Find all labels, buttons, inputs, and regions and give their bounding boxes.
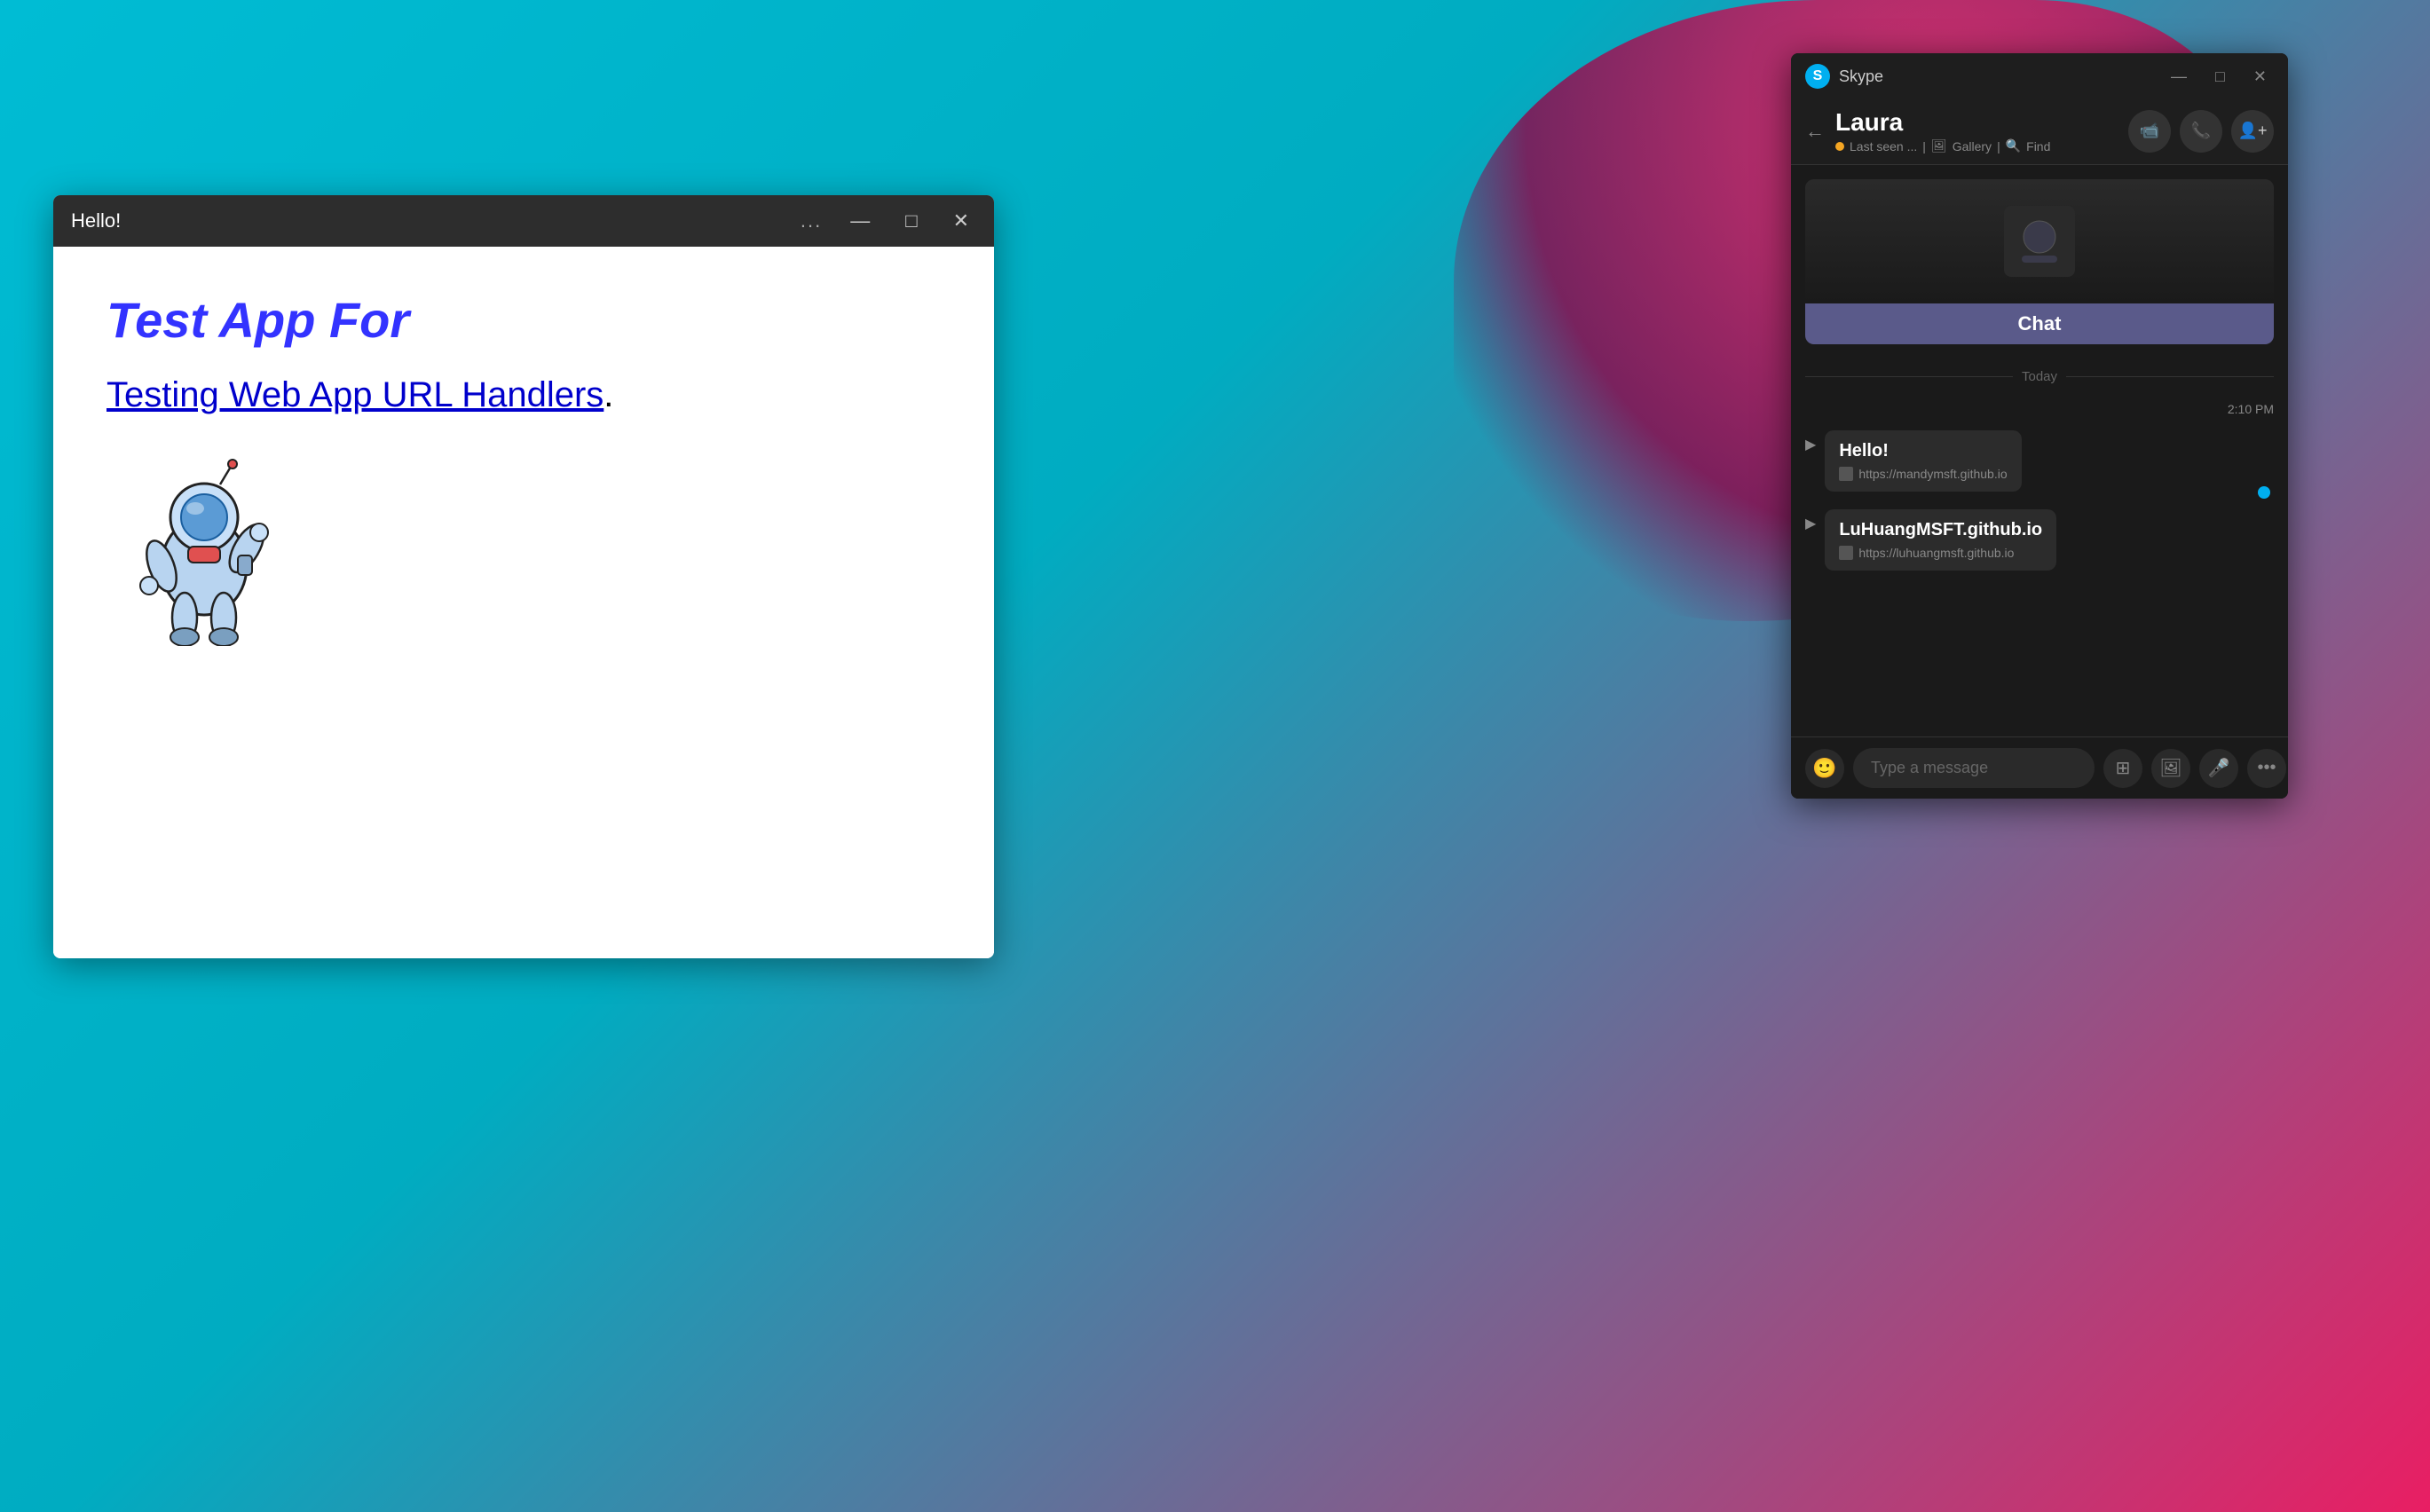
webapp-titlebar: Hello! ... — □ ✕ (53, 195, 994, 247)
last-seen-text: Last seen ... (1850, 139, 1917, 154)
messages-area[interactable]: Chat Today 2:10 PM ▶ Hello! https://mand… (1791, 165, 2288, 736)
status-indicator (1835, 142, 1844, 151)
skype-close-button[interactable]: ✕ (2246, 64, 2274, 90)
webapp-minimize-button[interactable]: — (843, 206, 877, 236)
webapp-title: Hello! (71, 209, 801, 232)
contact-status: Last seen ... | 🖼 Gallery | 🔍 Find (1835, 138, 2128, 154)
message-bubble-2: LuHuangMSFT.github.io https://luhuangmsf… (1825, 509, 2056, 571)
image-button[interactable]: 🖼 (2151, 749, 2190, 788)
webapp-link-period: . (604, 375, 613, 414)
message-timestamp: 2:10 PM (1805, 402, 2274, 416)
webapp-link-container: Testing Web App URL Handlers. (107, 375, 941, 415)
gallery-label[interactable]: Gallery (1953, 139, 1992, 154)
skype-maximize-button[interactable]: □ (2208, 64, 2232, 90)
link-icon-1 (1839, 467, 1853, 481)
webapp-window: Hello! ... — □ ✕ Test App For Testing We… (53, 195, 994, 958)
phone-icon: 📞 (2191, 122, 2211, 140)
status-separator: | (1922, 139, 1926, 154)
chat-promo-image (1805, 179, 2274, 303)
add-person-icon: 👤+ (2238, 122, 2268, 140)
find-label[interactable]: Find (2026, 139, 2050, 154)
audio-call-button[interactable]: 📞 (2180, 110, 2222, 153)
more-button[interactable]: ••• (2247, 749, 2286, 788)
skype-window: S Skype — □ ✕ ← Laura Last seen ... | 🖼 … (1791, 53, 2288, 799)
mic-button[interactable]: 🎤 (2199, 749, 2238, 788)
astronaut-container (107, 451, 941, 650)
gallery-icon: 🖼 (1931, 138, 1947, 154)
message-title-2: LuHuangMSFT.github.io (1839, 520, 2042, 540)
video-icon: 📹 (2140, 122, 2159, 140)
emoji-button[interactable]: 🙂 (1805, 749, 1844, 788)
link-icon-2 (1839, 546, 1853, 560)
message-link-1[interactable]: https://mandymsft.github.io (1839, 467, 2007, 481)
more-icon: ••• (2257, 758, 2276, 778)
webapp-more-icon[interactable]: ... (801, 209, 822, 232)
find-icon: 🔍 (2006, 138, 2021, 154)
video-call-button[interactable]: 📹 (2128, 110, 2171, 153)
skype-titlebar: S Skype — □ ✕ (1791, 53, 2288, 99)
chat-promo-card: Chat (1805, 179, 2274, 344)
image-icon: 🖼 (2159, 757, 2181, 779)
webapp-titlebar-controls: ... — □ ✕ (801, 206, 976, 236)
chat-promo-label: Chat (1805, 303, 2274, 344)
mic-icon: 🎤 (2208, 757, 2230, 779)
attach-button[interactable]: ⊞ (2103, 749, 2142, 788)
message-input[interactable] (1853, 748, 2095, 788)
skype-window-controls: — □ ✕ (2164, 64, 2274, 90)
contact-info: Laura Last seen ... | 🖼 Gallery | 🔍 Find (1835, 108, 2128, 154)
day-label: Today (2022, 369, 2057, 384)
message-link-2[interactable]: https://luhuangmsft.github.io (1839, 546, 2042, 560)
header-actions: 📹 📞 👤+ (2128, 110, 2274, 153)
message-play-icon[interactable]: ▶ (1805, 436, 1816, 453)
webapp-link[interactable]: Testing Web App URL Handlers (107, 375, 604, 414)
webapp-maximize-button[interactable]: □ (898, 206, 924, 236)
back-button[interactable]: ← (1805, 120, 1825, 143)
skype-contact-header: ← Laura Last seen ... | 🖼 Gallery | 🔍 Fi… (1791, 99, 2288, 165)
webapp-content: Test App For Testing Web App URL Handler… (53, 247, 994, 958)
promo-graphic (2004, 206, 2075, 277)
skype-logo: S (1805, 64, 1830, 89)
message-row-2: ▶ LuHuangMSFT.github.io https://luhuangm… (1805, 509, 2274, 571)
status-separator2: | (1997, 139, 2000, 154)
webapp-heading: Test App For (107, 291, 941, 349)
emoji-icon: 🙂 (1812, 757, 1836, 780)
message-play-icon-2[interactable]: ▶ (1805, 515, 1816, 532)
message-input-bar: 🙂 ⊞ 🖼 🎤 ••• (1791, 736, 2288, 799)
contact-name: Laura (1835, 108, 2128, 137)
unread-indicator (2258, 486, 2270, 499)
skype-app-title: Skype (1839, 67, 2164, 86)
skype-minimize-button[interactable]: — (2164, 64, 2194, 90)
webapp-close-button[interactable]: ✕ (946, 206, 976, 236)
message-row: ▶ Hello! https://mandymsft.github.io (1805, 430, 2274, 492)
day-divider: Today (1805, 369, 2274, 384)
add-contact-button[interactable]: 👤+ (2231, 110, 2274, 153)
attach-icon: ⊞ (2116, 757, 2131, 779)
astronaut-image (107, 451, 302, 646)
message-title-1: Hello! (1839, 441, 2007, 461)
message-bubble-1: Hello! https://mandymsft.github.io (1825, 430, 2021, 492)
